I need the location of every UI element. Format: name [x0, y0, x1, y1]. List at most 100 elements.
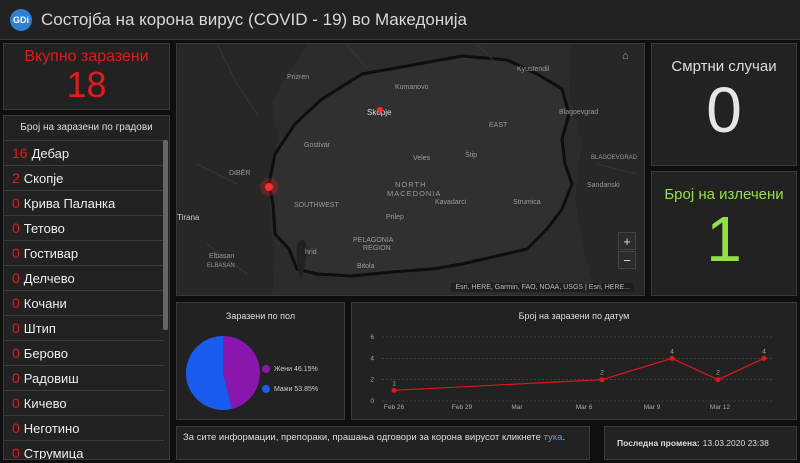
home-icon[interactable]: ⌂	[622, 50, 636, 64]
x-tick-label: Feb 26	[384, 404, 405, 411]
zoom-out-button[interactable]: −	[618, 251, 636, 269]
map-label-pelagonia: PELAGONIA	[353, 237, 394, 244]
info-link[interactable]: тука	[544, 432, 563, 443]
data-point[interactable]	[599, 377, 605, 383]
y-tick-label: 6	[370, 334, 374, 341]
map-label-stip: Štip	[465, 150, 477, 159]
city-row[interactable]: 0 Берово	[4, 340, 164, 365]
map-label-tirana: Tirana	[177, 213, 200, 222]
city-name: Струмица	[23, 445, 84, 460]
cities-panel: Број на заразени по градови 16 Дебар 2 Скоп…	[3, 115, 170, 460]
map-label-sandanski: Sandanski	[587, 182, 620, 189]
x-tick-label: Mar 9	[644, 404, 661, 411]
city-name: Кочани	[23, 295, 67, 311]
legend-female-swatch	[262, 365, 270, 373]
series-line	[393, 357, 765, 391]
map-label-prizren: Prizren	[287, 74, 309, 81]
map-label-kyustendil: Kyustendil	[517, 66, 550, 73]
city-row[interactable]: 0 Неготино	[4, 415, 164, 440]
city-row[interactable]: 2 Скопје	[4, 165, 164, 190]
city-count: 16	[12, 145, 28, 161]
city-row[interactable]: 16 Дебар	[4, 140, 164, 165]
city-row[interactable]: 0 Тетово	[4, 215, 164, 240]
debar-marker[interactable]	[265, 183, 273, 191]
map-canvas[interactable]: Prizren Kumanovo Kyustendil Skopje Blago…	[177, 44, 645, 296]
map-label-kavadarci: Kavadarci	[435, 199, 467, 206]
map-label-elbasan-region: ELBASAN	[207, 263, 235, 269]
data-label: 1	[392, 380, 396, 387]
city-name: Берово	[23, 345, 69, 361]
last-update-box: Последна промена: 13.03.2020 23:38	[604, 426, 797, 460]
data-point[interactable]	[761, 355, 767, 361]
map-label-kumanovo: Kumanovo	[395, 84, 429, 91]
total-infected-panel: Вкупно заразени 18	[3, 43, 170, 110]
map-label-region: REGION	[363, 245, 391, 252]
city-count: 0	[12, 320, 20, 336]
city-row[interactable]: 0 Делчево	[4, 265, 164, 290]
city-count: 0	[12, 245, 20, 261]
legend-male-swatch	[262, 385, 270, 393]
city-list[interactable]: 16 Дебар 2 Скопје 0 Крива Паланка 0 Тетово 0 Гост…	[4, 140, 164, 460]
info-box: За сите информации, препораки, прашања о…	[176, 426, 590, 460]
legend-male-name: Мажи	[274, 385, 293, 393]
data-point[interactable]	[669, 355, 675, 361]
city-row[interactable]: 0 Штип	[4, 315, 164, 340]
city-count: 0	[12, 420, 20, 436]
last-update-label: Последна промена:	[617, 438, 700, 448]
city-count: 0	[12, 295, 20, 311]
recovered-panel: Број на излечени 1	[651, 171, 797, 296]
info-text: За сите информации, препораки, прашања о…	[183, 432, 541, 443]
data-point[interactable]	[391, 387, 397, 393]
zoom-in-button[interactable]: +	[618, 232, 636, 250]
cities-title: Број на заразени по градови	[20, 122, 153, 133]
x-tick-label: Mar 12	[710, 404, 731, 411]
city-row[interactable]: 0 Гостивар	[4, 240, 164, 265]
city-row[interactable]: 0 Кичево	[4, 390, 164, 415]
city-name: Дебар	[31, 145, 70, 161]
city-row[interactable]: 0 Крива Паланка	[4, 190, 164, 215]
map-panel[interactable]: Prizren Kumanovo Kyustendil Skopje Blago…	[176, 43, 645, 296]
map-label-southwest: SOUTHWEST	[294, 202, 339, 209]
skopje-marker[interactable]	[377, 107, 383, 113]
date-chart-panel: Број на заразени по датум 0 2 4 6 Feb 26 Feb …	[351, 302, 797, 420]
data-label: 4	[670, 348, 674, 355]
gender-chart-panel: Заразени по пол Жени 46.15% Мажи 53.85%	[176, 302, 345, 420]
city-count: 0	[12, 220, 20, 236]
city-count: 0	[12, 195, 20, 211]
gender-pie-chart[interactable]	[183, 333, 263, 413]
city-name: Радовиш	[23, 370, 79, 386]
last-update-value: 13.03.2020 23:38	[702, 438, 769, 448]
map-label-diber: DIBËR	[229, 169, 250, 177]
map-label-prilep: Prilep	[386, 214, 404, 221]
map-label-veles: Veles	[413, 155, 431, 162]
map-label-east: EAST	[489, 122, 508, 129]
deaths-value: 0	[706, 74, 742, 146]
map-label-elbasan: Elbasan	[209, 253, 234, 260]
city-count: 0	[12, 445, 20, 460]
legend-male: Мажи 53.85%	[262, 385, 318, 393]
map-label-bitola: Bitola	[357, 263, 375, 270]
date-line-chart[interactable]: 0 2 4 6 Feb 26 Feb 29 Mar Mar 6 Mar 9 Mar 12 1 2 4 2 4	[352, 303, 798, 421]
map-label-gostivar: Gostivar	[304, 142, 331, 149]
total-infected-value: 18	[66, 64, 107, 105]
city-row[interactable]: 0 Кочани	[4, 290, 164, 315]
x-tick-label: Mar	[511, 404, 523, 411]
recovered-label: Број на излечени	[664, 186, 784, 203]
city-list-scrollbar[interactable]	[163, 140, 168, 330]
y-tick-label: 0	[370, 398, 374, 405]
city-row[interactable]: 0 Струмица	[4, 440, 164, 460]
data-label: 2	[716, 370, 720, 377]
legend-male-pct: 53.85%	[294, 385, 319, 393]
city-count: 0	[12, 345, 20, 361]
data-point[interactable]	[715, 377, 721, 383]
page-title: Состојба на корона вирус (COVID - 19) во…	[41, 9, 467, 29]
city-name: Делчево	[23, 270, 75, 286]
info-end: .	[562, 432, 566, 443]
map-attribution: Esri, HERE, Garmin, FAO, NOAA, USGS | Es…	[451, 283, 634, 292]
x-tick-label: Feb 29	[452, 404, 473, 411]
legend-female-pct: 46.15%	[294, 365, 318, 373]
map-label-macedonia: MACEDONIA	[387, 189, 441, 198]
city-name: Тетово	[23, 220, 65, 236]
legend-female-name: Жени	[274, 365, 293, 373]
city-row[interactable]: 0 Радовиш	[4, 365, 164, 390]
